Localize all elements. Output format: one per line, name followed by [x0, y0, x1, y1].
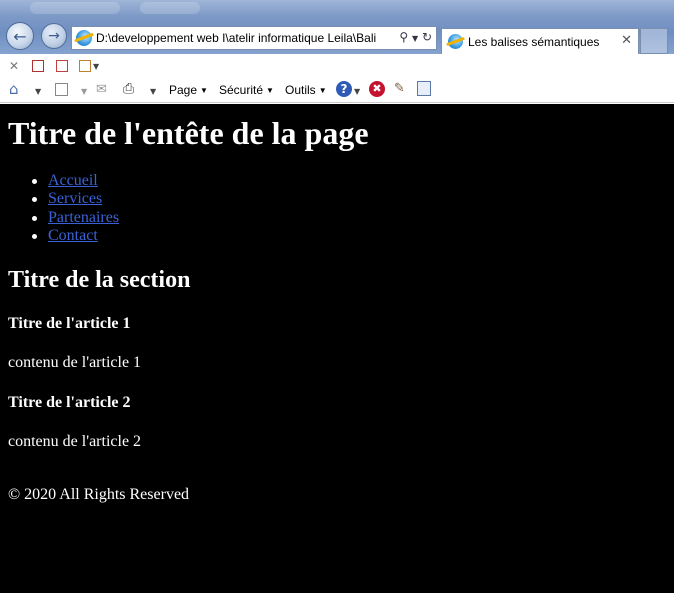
chevron-down-icon[interactable]: ▼	[354, 85, 360, 99]
article-2-content: contenu de l'article 2	[8, 433, 142, 450]
web-slice-icon[interactable]	[79, 60, 91, 72]
menu-securite-label: Sécurité	[219, 83, 264, 97]
chevron-down-icon[interactable]: ▼	[81, 85, 87, 99]
menu-outils-label: Outils	[285, 83, 316, 97]
page-header-title: Titre de l'entête de la page	[8, 115, 369, 151]
help-icon[interactable]: ?	[336, 81, 352, 97]
close-icon[interactable]: ✕	[9, 59, 19, 73]
menu-outils[interactable]: Outils ▼	[285, 83, 327, 97]
search-icon[interactable]: ⚲	[399, 30, 408, 44]
back-arrow-icon: ←	[13, 26, 27, 46]
nav-link-accueil[interactable]: Accueil	[48, 172, 98, 189]
nav-item: Accueil	[26, 172, 119, 190]
nav-link-partenaires[interactable]: Partenaires	[48, 209, 119, 226]
chevron-down-icon: ▼	[318, 86, 327, 96]
back-button[interactable]: ←	[6, 22, 34, 50]
article-2-title: Titre de l'article 2	[8, 394, 131, 411]
chevron-down-icon[interactable]: ▼	[35, 85, 41, 99]
rss-feed-icon[interactable]	[55, 83, 68, 96]
nav-list: Accueil Services Partenaires Contact	[26, 172, 119, 245]
compatibility-icon[interactable]	[417, 81, 431, 96]
add-favorite-icon[interactable]	[32, 60, 44, 72]
close-tab-icon[interactable]: ✕	[621, 33, 632, 48]
mail-icon[interactable]: ✉	[96, 83, 107, 97]
tab-title: Les balises sémantiques	[468, 34, 600, 49]
menu-page[interactable]: Page ▼	[169, 83, 208, 97]
chevron-down-icon: ▼	[200, 86, 208, 96]
research-icon[interactable]: ✎	[394, 82, 405, 96]
suggested-sites-icon[interactable]	[56, 60, 68, 72]
print-icon[interactable]: ⎙	[123, 82, 134, 96]
forward-button[interactable]: →	[41, 23, 67, 49]
chevron-down-icon: ▼	[266, 86, 274, 96]
article-1-title: Titre de l'article 1	[8, 315, 131, 332]
nav-link-services[interactable]: Services	[48, 190, 102, 207]
title-bar-blur	[140, 2, 200, 14]
nav-item: Services	[26, 190, 119, 208]
web-page-content: Titre de l'entête de la page Accueil Ser…	[0, 104, 674, 593]
ie-logo-icon	[448, 34, 463, 49]
footer-copyright: © 2020 All Rights Reserved	[8, 486, 190, 503]
chevron-down-icon[interactable]: ▼	[150, 85, 156, 99]
refresh-icon[interactable]: ↻	[422, 30, 432, 44]
title-bar-blur	[30, 2, 120, 14]
forward-arrow-icon: →	[48, 28, 60, 44]
address-bar[interactable]: D:\developpement web I\atelir informatiq…	[71, 26, 437, 50]
section-title: Titre de la section	[8, 267, 191, 293]
dropdown-icon[interactable]: ▼	[412, 34, 418, 43]
tab-active[interactable]: Les balises sémantiques ✕	[441, 28, 639, 54]
nav-item: Partenaires	[26, 209, 119, 227]
nav-link-contact[interactable]: Contact	[48, 227, 98, 244]
menu-securite[interactable]: Sécurité ▼	[219, 83, 274, 97]
home-icon[interactable]: ⌂	[9, 82, 19, 97]
article-1-content: contenu de l'article 1	[8, 354, 142, 371]
menu-page-label: Page	[169, 83, 198, 97]
new-tab-button[interactable]	[640, 28, 668, 54]
stop-icon[interactable]: ✖	[369, 81, 385, 97]
nav-item: Contact	[26, 227, 119, 245]
title-bar: ← → D:\developpement web I\atelir inform…	[0, 0, 674, 54]
address-url[interactable]: D:\developpement web I\atelir informatiq…	[96, 31, 376, 45]
ie-logo-icon	[76, 30, 92, 46]
browser-chrome: ← → D:\developpement web I\atelir inform…	[0, 0, 674, 104]
command-bar: ⌂ ▼ ▼ ✉ ⎙ ▼ Page ▼ Sécurité ▼ Outils ▼ ? ▼ …	[0, 78, 674, 103]
favorites-bar: ✕ ▼	[0, 55, 674, 77]
address-bar-actions: ⚲ ▼ ↻	[399, 30, 432, 44]
chevron-down-icon[interactable]: ▼	[93, 60, 99, 74]
